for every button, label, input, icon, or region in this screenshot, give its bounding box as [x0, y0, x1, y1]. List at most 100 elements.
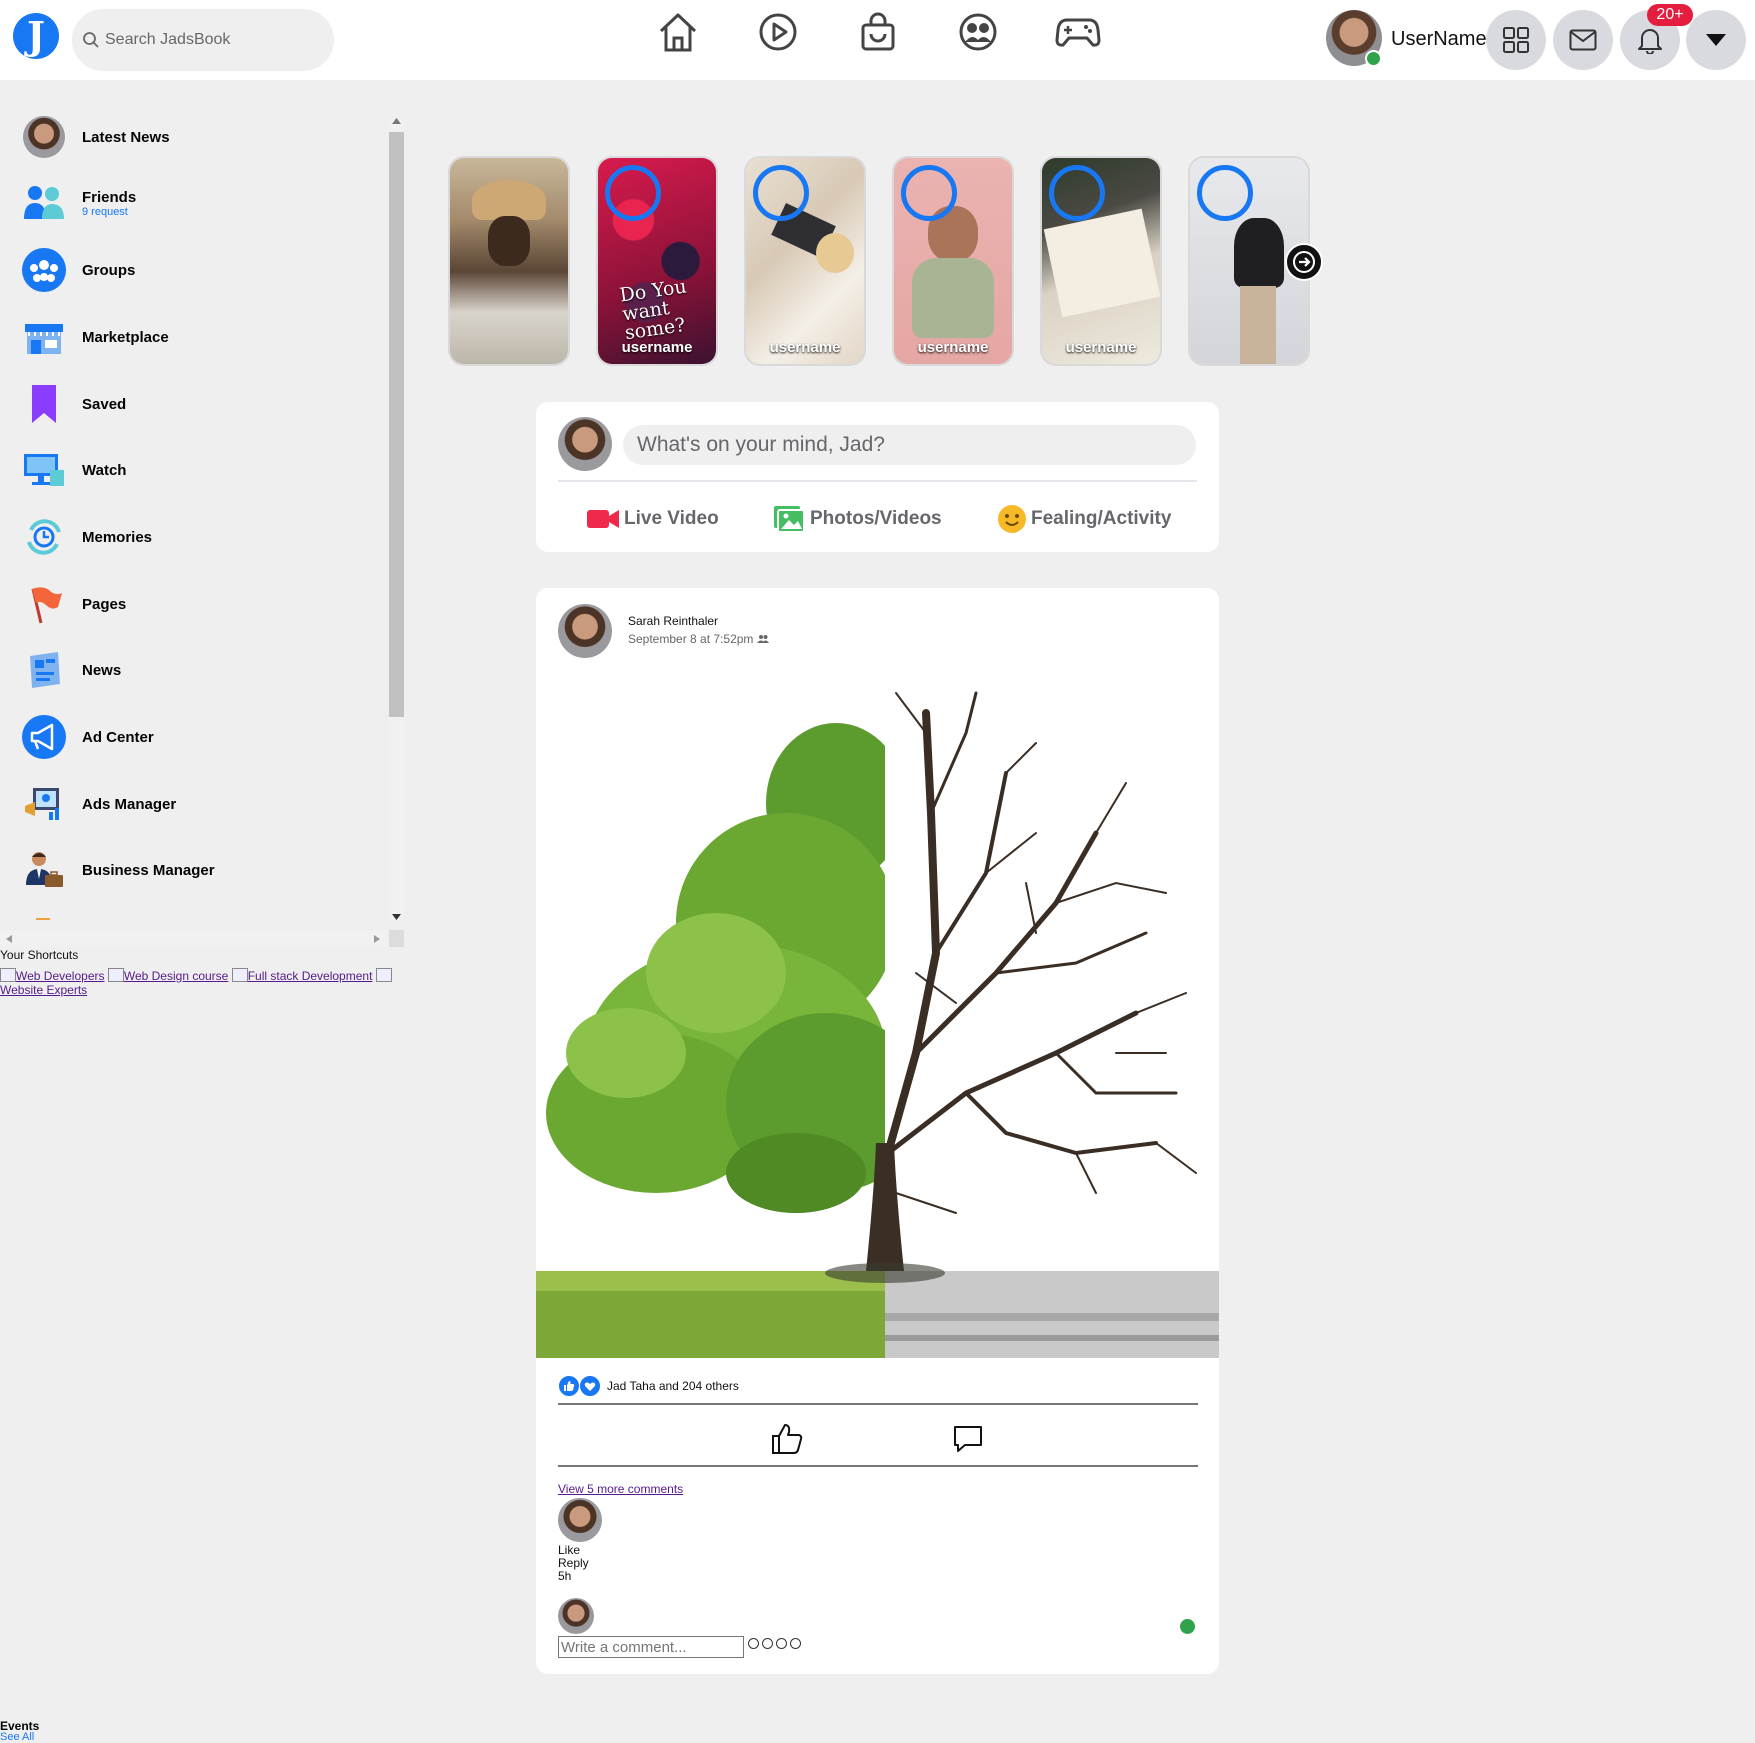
like-reaction-icon — [558, 1375, 580, 1397]
messages-button[interactable] — [1553, 10, 1613, 70]
story-thumbnail-book — [1043, 208, 1160, 318]
story-username: username — [917, 339, 989, 356]
sidebar-item-news[interactable]: News — [22, 645, 362, 695]
sidebar-vertical-scrollbar[interactable] — [389, 118, 404, 920]
sidebar-item-business-manager[interactable]: Business Manager — [22, 845, 362, 895]
scrollbar-corner — [389, 930, 404, 947]
bell-icon — [1638, 29, 1662, 54]
sidebar-item-groups[interactable]: Groups — [22, 245, 362, 295]
grid-icon — [1503, 27, 1529, 53]
photos-videos-button[interactable]: Photos/Videos — [772, 504, 942, 534]
sidebar-item-latest-news[interactable]: Latest News — [22, 112, 362, 162]
broken-image-icon — [375, 968, 392, 982]
sidebar-item-memories[interactable]: Memories — [22, 512, 362, 562]
broken-image-icon — [231, 968, 248, 982]
view-more-comments-link[interactable]: View 5 more comments — [558, 1482, 683, 1496]
sticker-icon[interactable] — [790, 1638, 801, 1649]
caret-down-icon — [1706, 34, 1726, 46]
comment-actions: Like Reply 5h — [558, 1544, 589, 1583]
bookmark-icon — [22, 382, 66, 426]
shortcut-link[interactable]: Full stack Development — [248, 969, 373, 983]
sidebar-item-label: Watch — [82, 461, 127, 479]
events-see-all-link[interactable]: See All — [0, 1731, 34, 1743]
comment-bubble-icon — [954, 1426, 982, 1452]
mail-icon — [1569, 29, 1597, 51]
feed-post: Sarah Reinthaler September 8 at 7:52pm J… — [536, 588, 1219, 1674]
scroll-down-arrow-icon[interactable] — [392, 914, 401, 920]
online-status-dot — [1365, 50, 1382, 67]
ads-manager-icon — [22, 782, 66, 826]
reactions-summary[interactable]: Jad Taha and 204 others — [558, 1375, 739, 1397]
account-menu-button[interactable] — [1686, 10, 1746, 70]
shortcut-link[interactable]: Web Developers — [16, 969, 105, 983]
composer-input[interactable] — [623, 425, 1196, 465]
emoji-icon[interactable] — [748, 1638, 759, 1649]
news-icon — [22, 648, 66, 692]
story-card[interactable]: Do You want some? username — [598, 158, 716, 364]
post-image-tree[interactable] — [536, 673, 1219, 1358]
feeling-activity-button[interactable]: Fealing/Activity — [997, 504, 1171, 534]
post-timestamp[interactable]: September 8 at 7:52pm — [628, 632, 770, 646]
post-divider-bottom — [558, 1465, 1198, 1467]
live-video-button[interactable]: Live Video — [586, 504, 719, 534]
stories-next-button[interactable] — [1285, 243, 1323, 281]
sidebar-item-marketplace[interactable]: Marketplace — [22, 312, 362, 362]
groups-icon[interactable] — [950, 6, 1006, 58]
story-card[interactable]: username — [746, 158, 864, 364]
like-button[interactable] — [767, 1419, 807, 1459]
megaphone-icon — [22, 715, 66, 759]
search-input[interactable] — [105, 25, 325, 55]
commenter-avatar[interactable] — [558, 1498, 602, 1542]
sidebar-item-ads-manager[interactable]: Ads Manager — [22, 779, 362, 829]
jadsbook-logo[interactable]: J — [13, 13, 59, 59]
comment-age: 5h — [558, 1569, 572, 1583]
story-username: username — [769, 339, 841, 356]
sidebar-item-friends[interactable]: Friends 9 request — [22, 178, 362, 228]
story-thumbnail-pants — [1240, 286, 1276, 364]
broken-image-icon — [107, 968, 124, 982]
post-author-avatar[interactable] — [558, 604, 612, 658]
story-card[interactable]: username — [894, 158, 1012, 364]
gif-icon[interactable] — [776, 1638, 787, 1649]
sidebar-item-label: Ads Manager — [82, 795, 177, 813]
camera-icon[interactable] — [762, 1638, 773, 1649]
sidebar-item-saved[interactable]: Saved — [22, 379, 362, 429]
comment-button[interactable] — [948, 1419, 988, 1459]
gaming-icon[interactable] — [1050, 6, 1106, 58]
sidebar-item-ad-center[interactable]: Ad Center — [22, 712, 362, 762]
story-card[interactable] — [450, 158, 568, 364]
story-avatar-ring — [1197, 165, 1253, 221]
menu-grid-button[interactable] — [1486, 10, 1546, 70]
reactions-text: Jad Taha and 204 others — [607, 1379, 739, 1393]
video-play-icon[interactable] — [750, 6, 806, 58]
my-comment-avatar[interactable] — [558, 1598, 594, 1634]
sidebar-item-label: Friends — [82, 188, 137, 206]
marketplace-bag-icon[interactable] — [850, 6, 906, 58]
scroll-left-arrow-icon[interactable] — [6, 935, 12, 943]
sidebar-item-label: Ad Center — [82, 728, 154, 746]
search-box[interactable] — [72, 9, 334, 71]
photos-videos-label: Photos/Videos — [810, 508, 942, 529]
shortcut-link[interactable]: Web Design course — [124, 969, 229, 983]
flag-icon — [22, 582, 66, 626]
composer-avatar[interactable] — [558, 417, 612, 471]
username-label[interactable]: UserName — [1391, 28, 1487, 51]
story-thumbnail-top — [1234, 218, 1284, 288]
story-card[interactable]: username — [1042, 158, 1160, 364]
home-icon[interactable] — [650, 6, 706, 58]
scroll-up-arrow-icon[interactable] — [392, 118, 401, 124]
comment-input[interactable] — [558, 1636, 744, 1658]
sidebar-item-label: Pages — [82, 595, 127, 613]
shortcut-link[interactable]: Website Experts — [0, 983, 87, 997]
thumbs-up-icon — [772, 1424, 803, 1454]
sidebar-horizontal-scrollbar[interactable] — [0, 930, 388, 947]
sidebar-item-watch[interactable]: Watch — [22, 445, 362, 495]
story-thumbnail-shirt — [912, 258, 994, 338]
sidebar-item-pages[interactable]: Pages — [22, 579, 362, 629]
post-author-name[interactable]: Sarah Reinthaler — [628, 614, 718, 628]
story-avatar-ring — [605, 165, 661, 221]
scroll-right-arrow-icon[interactable] — [374, 935, 380, 943]
shortcut-links: Web Developers Web Design course Full st… — [0, 968, 395, 997]
love-reaction-icon — [579, 1375, 601, 1397]
scrollbar-thumb[interactable] — [389, 132, 404, 717]
